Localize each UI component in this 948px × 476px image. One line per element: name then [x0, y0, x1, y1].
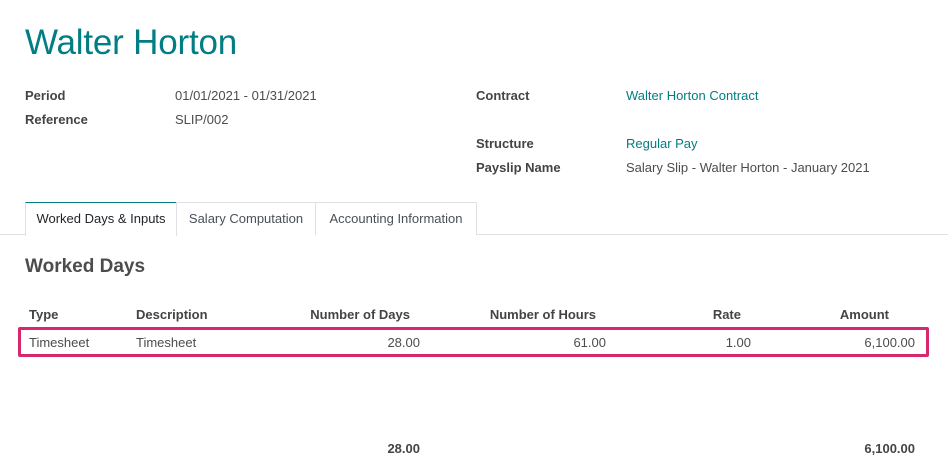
column-header-description[interactable]: Description: [136, 307, 208, 323]
structure-link[interactable]: Regular Pay: [626, 136, 698, 152]
period-value[interactable]: 01/01/2021 - 01/31/2021: [175, 88, 317, 104]
column-header-number-of-days[interactable]: Number of Days: [280, 307, 410, 323]
column-header-amount[interactable]: Amount: [790, 307, 889, 323]
column-header-rate[interactable]: Rate: [660, 307, 741, 323]
column-header-type[interactable]: Type: [29, 307, 58, 323]
reference-label: Reference: [25, 112, 88, 127]
row-rate-cell: 1.00: [725, 335, 751, 350]
tab-accounting-information[interactable]: Accounting Information: [315, 202, 477, 235]
payslip-name-value[interactable]: Salary Slip - Walter Horton - January 20…: [626, 160, 870, 176]
employee-name-title: Walter Horton: [25, 23, 237, 62]
row-hours-cell: 61.00: [573, 335, 606, 350]
tab-worked-days-inputs[interactable]: Worked Days & Inputs: [25, 202, 177, 236]
row-description-cell: Timesheet: [136, 335, 197, 350]
payslip-name-label: Payslip Name: [476, 160, 561, 175]
structure-label: Structure: [476, 136, 534, 151]
row-type-cell: Timesheet: [29, 335, 90, 350]
worked-days-section-title: Worked Days: [25, 256, 146, 277]
total-days: 28.00: [387, 441, 420, 456]
notebook-tabs: Worked Days & Inputs Salary Computation …: [0, 202, 948, 236]
contract-link[interactable]: Walter Horton Contract: [626, 88, 758, 104]
period-label: Period: [25, 88, 66, 103]
column-header-number-of-hours[interactable]: Number of Hours: [446, 307, 596, 323]
total-amount: 6,100.00: [864, 441, 915, 456]
tab-salary-computation[interactable]: Salary Computation: [176, 202, 316, 235]
reference-value[interactable]: SLIP/002: [175, 112, 229, 128]
row-amount-cell: 6,100.00: [864, 335, 915, 350]
row-days-cell: 28.00: [387, 335, 420, 350]
contract-label: Contract: [476, 88, 530, 103]
